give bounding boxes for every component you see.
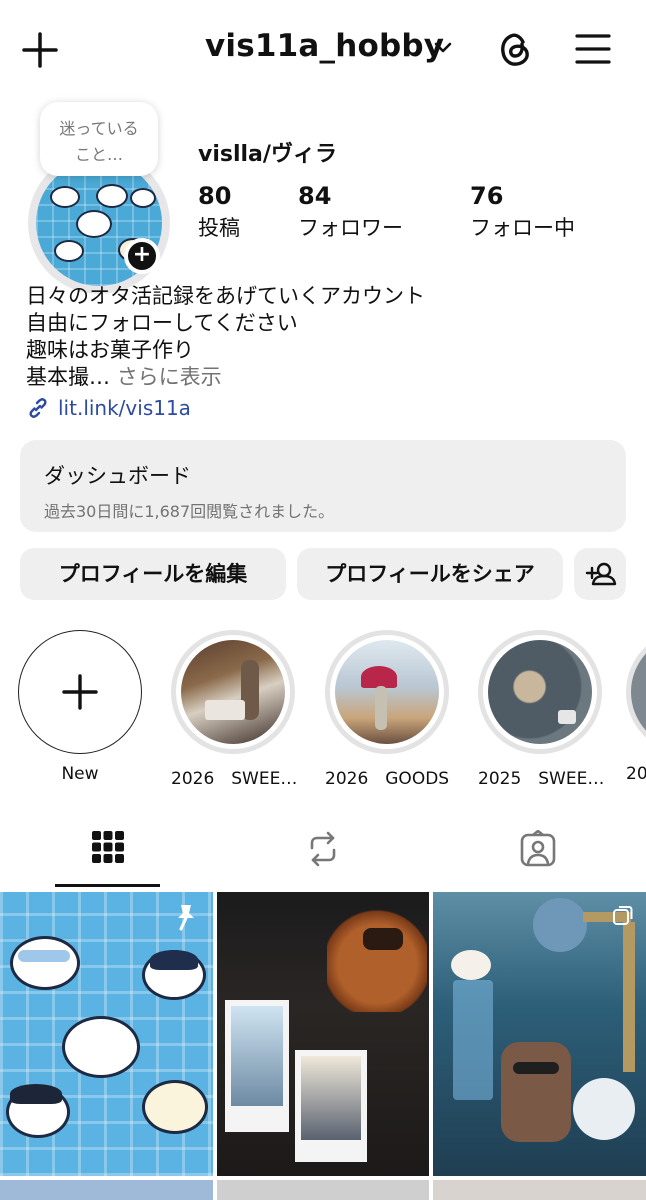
- post-thumbnail[interactable]: [433, 892, 646, 1176]
- stat-value: 80: [198, 182, 232, 210]
- stat-following[interactable]: 76 フォロー中: [470, 182, 575, 242]
- highlight-label: 2026 GOODS: [325, 769, 450, 789]
- profile-tabs: [0, 810, 646, 888]
- reposts-icon: [310, 831, 335, 867]
- bio-line: 趣味はお菓子作り: [26, 338, 194, 362]
- post-thumbnail[interactable]: [433, 1180, 646, 1200]
- bio-line-truncated: 基本撮… さらに表示: [26, 364, 626, 391]
- dashboard-card[interactable]: ダッシュボード 過去30日間に1,687回閲覧されました。: [20, 440, 626, 532]
- dashboard-subtitle: 過去30日間に1,687回閲覧されました。: [44, 502, 335, 521]
- tab-grid[interactable]: [0, 810, 215, 888]
- add-person-icon: [585, 562, 617, 586]
- pinned-icon: [178, 905, 194, 931]
- bio-line: 自由にフォローしてください: [26, 311, 298, 335]
- posts-grid: [0, 892, 646, 1200]
- stat-value: 84: [298, 182, 332, 210]
- highlight-item-partial[interactable]: 20: [626, 630, 646, 784]
- link-icon: [29, 398, 47, 418]
- plus-icon[interactable]: [20, 30, 60, 70]
- highlight-new[interactable]: New: [18, 630, 142, 784]
- bio-truncated-text: 基本撮…: [26, 365, 110, 389]
- stat-label: 投稿: [198, 216, 240, 240]
- stat-followers[interactable]: 84 フォロワー: [298, 182, 403, 242]
- post-thumbnail[interactable]: [217, 1180, 429, 1200]
- note-line-1: 迷っている: [59, 119, 139, 138]
- account-username[interactable]: vis11a_hobby: [205, 28, 444, 64]
- post-thumbnail[interactable]: [0, 892, 213, 1176]
- highlight-label: 2025 SWEE…: [478, 769, 605, 789]
- top-bar: vis11a_hobby: [0, 0, 646, 100]
- profile-link-text[interactable]: lit.link/vis11a: [58, 396, 191, 420]
- highlight-cover: [181, 640, 285, 744]
- stat-posts[interactable]: 80 投稿: [198, 182, 240, 242]
- see-more-link[interactable]: さらに表示: [117, 365, 222, 389]
- stat-value: 76: [470, 182, 504, 210]
- stat-label: フォロワー: [298, 216, 403, 240]
- bio-line: 日々のオタ活記録をあげていくアカウント: [26, 284, 425, 308]
- stat-label: フォロー中: [470, 216, 575, 240]
- tagged-icon: [520, 830, 555, 867]
- menu-icon[interactable]: [574, 32, 612, 66]
- share-profile-button[interactable]: プロフィールをシェア: [297, 548, 563, 600]
- chevron-down-icon[interactable]: [432, 40, 454, 56]
- profile-link[interactable]: lit.link/vis11a: [26, 394, 191, 422]
- highlight-cover: [488, 640, 592, 744]
- discover-people-button[interactable]: [574, 548, 626, 600]
- tab-reposts[interactable]: [215, 810, 430, 888]
- highlight-item[interactable]: 2026 SWEE…: [171, 630, 298, 789]
- bio: 日々のオタ活記録をあげていくアカウント 自由にフォローしてください 趣味はお菓子…: [26, 283, 626, 391]
- highlight-cover: [335, 640, 439, 744]
- tab-tagged[interactable]: [430, 810, 645, 888]
- plus-icon: [61, 673, 98, 710]
- display-name: vislla/ヴィラ: [198, 142, 337, 167]
- post-thumbnail[interactable]: [217, 892, 429, 1176]
- note-line-2: こと…: [74, 145, 123, 164]
- dashboard-title: ダッシュボード: [44, 464, 191, 488]
- post-thumbnail[interactable]: [0, 1180, 213, 1200]
- highlight-label: 20: [626, 764, 646, 784]
- highlight-new-circle[interactable]: [18, 630, 142, 754]
- highlight-label: New: [61, 764, 99, 784]
- add-story-icon[interactable]: +: [124, 238, 160, 274]
- grid-icon: [91, 831, 124, 863]
- threads-icon[interactable]: [496, 28, 534, 70]
- highlight-item[interactable]: 2025 SWEE…: [478, 630, 605, 789]
- edit-profile-button[interactable]: プロフィールを編集: [20, 548, 286, 600]
- highlight-label: 2026 SWEE…: [171, 769, 298, 789]
- highlight-item[interactable]: 2026 GOODS: [325, 630, 449, 789]
- note-bubble[interactable]: 迷っている こと…: [40, 102, 158, 176]
- active-tab-indicator: [55, 884, 160, 887]
- carousel-icon: [613, 906, 633, 925]
